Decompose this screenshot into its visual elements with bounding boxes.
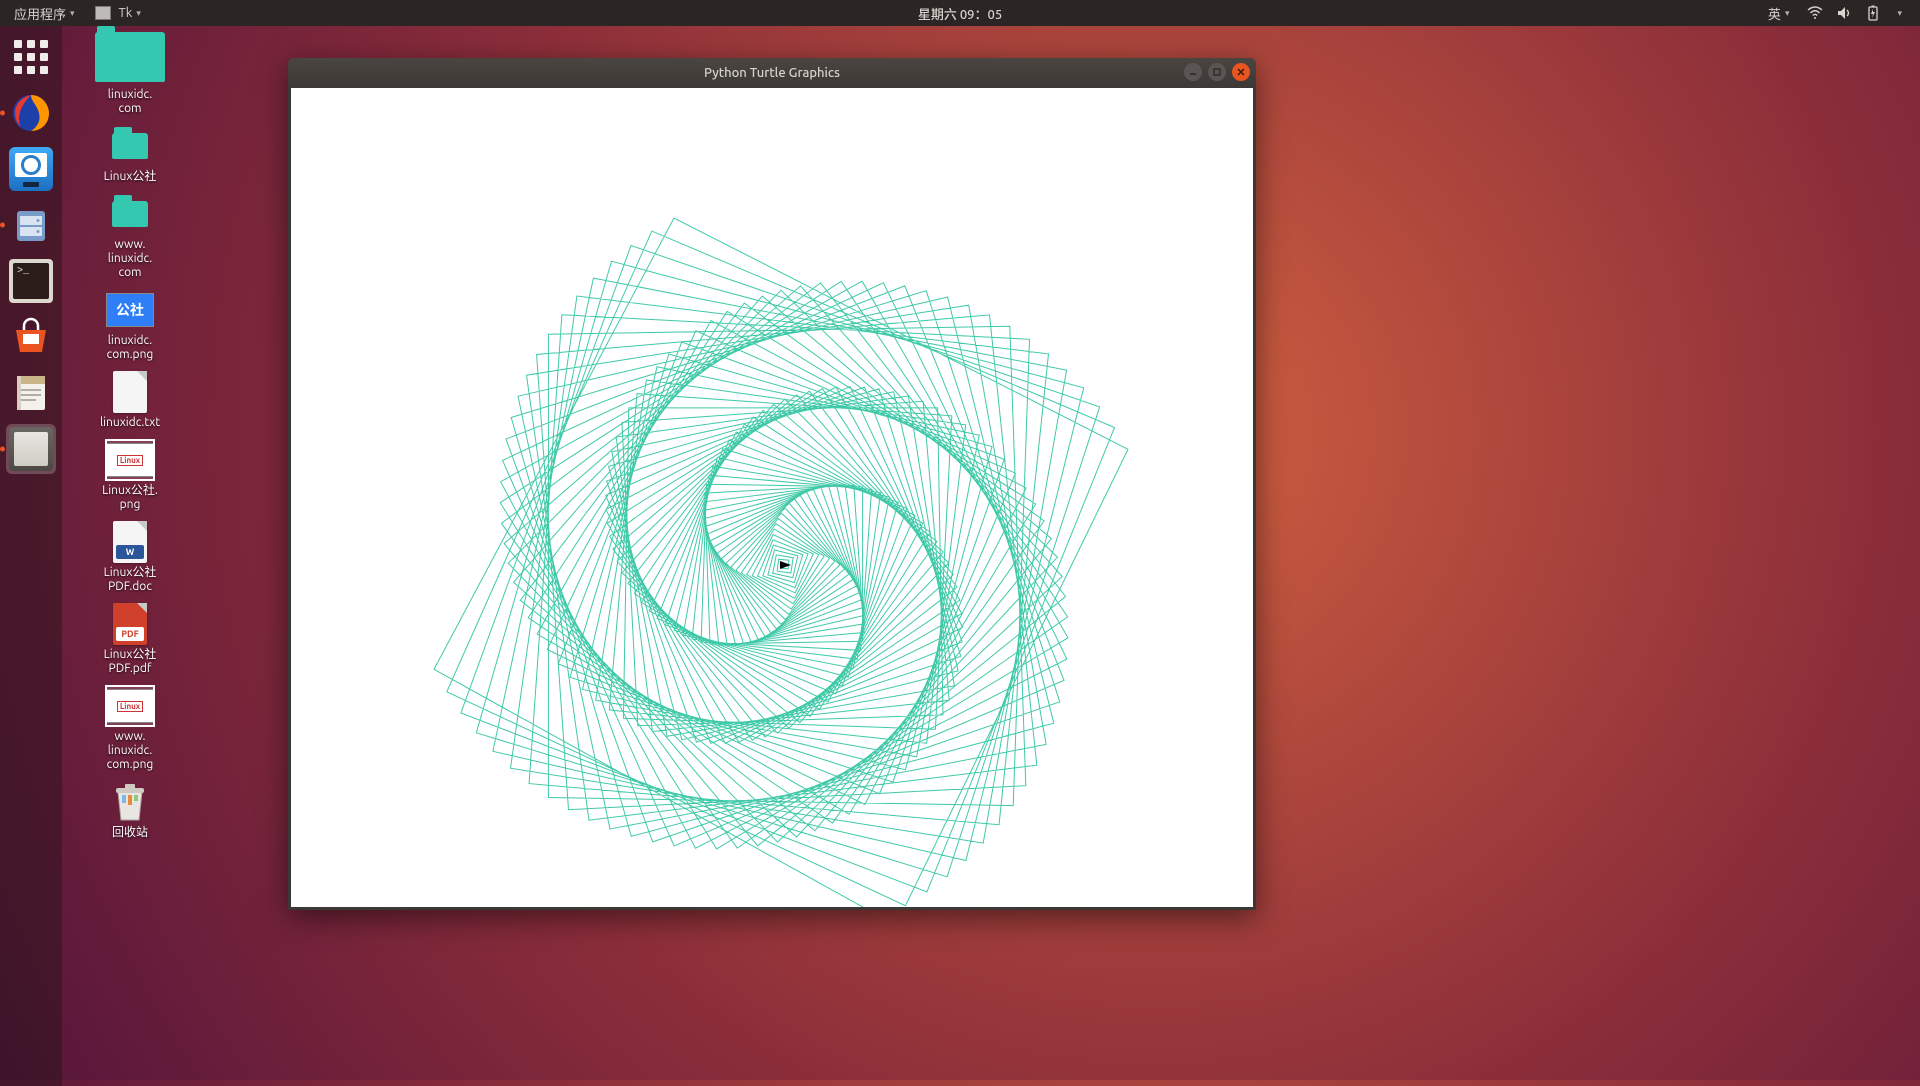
- taskbar-app-label: Tk: [119, 6, 133, 20]
- desktop-image-file[interactable]: Linux www.linuxidc.com.png: [80, 686, 180, 772]
- turtle-drawing: [291, 88, 1253, 907]
- desktop-icon-label: www.linuxidc.com: [80, 238, 180, 280]
- dock-item-screenshot[interactable]: [6, 144, 56, 194]
- maximize-button[interactable]: [1208, 63, 1226, 81]
- dock-item-software[interactable]: [6, 312, 56, 362]
- volume-icon[interactable]: [1837, 6, 1853, 20]
- wifi-icon[interactable]: [1807, 6, 1823, 20]
- system-menu[interactable]: ▾: [1893, 8, 1906, 19]
- chevron-down-icon: ▾: [70, 8, 75, 19]
- trash-icon: [113, 782, 147, 822]
- window-titlebar[interactable]: Python Turtle Graphics: [288, 58, 1256, 88]
- minimize-button[interactable]: [1184, 63, 1202, 81]
- desktop-icon-label: 回收站: [80, 826, 180, 840]
- desktop-icon-label: Linux公社.png: [80, 484, 180, 512]
- launcher-dock: >_: [0, 26, 62, 1086]
- desktop-folder[interactable]: www.linuxidc.com: [80, 194, 180, 280]
- dock-item-files[interactable]: [6, 200, 56, 250]
- desktop-image-file[interactable]: Linux Linux公社.png: [80, 440, 180, 512]
- top-panel: 应用程序 ▾ Tk ▾ 星期六 09：05 英 ▾ ▾: [0, 0, 1920, 26]
- dock-item-tk-window[interactable]: [6, 424, 56, 474]
- desktop-icon-label: Linux公社PDF.doc: [80, 566, 180, 594]
- desktop-trash[interactable]: 回收站: [80, 782, 180, 840]
- close-button[interactable]: [1232, 63, 1250, 81]
- desktop-icon-label: www.linuxidc.com.png: [80, 730, 180, 772]
- desktop-folder[interactable]: Linux公社: [80, 126, 180, 184]
- desktop-icon-label: linuxidc.com: [80, 88, 180, 116]
- window-title: Python Turtle Graphics: [704, 66, 840, 80]
- desktop-folder[interactable]: linuxidc.com: [80, 30, 180, 116]
- battery-icon[interactable]: [1867, 5, 1879, 21]
- applications-menu[interactable]: 应用程序 ▾: [10, 4, 79, 23]
- clock[interactable]: 星期六 09：05: [918, 4, 1002, 23]
- desktop-pdf-file[interactable]: PDF Linux公社PDF.pdf: [80, 604, 180, 676]
- turtle-window[interactable]: Python Turtle Graphics: [288, 58, 1256, 910]
- dock-item-terminal[interactable]: >_: [6, 256, 56, 306]
- firefox-icon: [9, 91, 53, 135]
- applications-label: 应用程序: [14, 4, 66, 23]
- desktop-doc-file[interactable]: W Linux公社PDF.doc: [80, 522, 180, 594]
- screenshot-icon: [9, 147, 53, 191]
- input-method-indicator[interactable]: 英 ▾: [1764, 4, 1794, 23]
- chevron-down-icon: ▾: [1785, 8, 1790, 19]
- desktop: linuxidc.com Linux公社 www.linuxidc.com 公社…: [70, 30, 190, 850]
- clock-text: 星期六 09：05: [918, 8, 1002, 22]
- apps-grid-icon: [14, 40, 48, 74]
- window-icon: [9, 427, 53, 471]
- chevron-down-icon: ▾: [1897, 8, 1902, 19]
- text-editor-icon: [9, 371, 53, 415]
- input-method-label: 英: [1768, 4, 1781, 23]
- files-icon: [9, 203, 53, 247]
- taskbar-app-tk[interactable]: Tk ▾: [91, 6, 145, 20]
- turtle-canvas: [291, 88, 1253, 907]
- desktop-icon-label: Linux公社PDF.pdf: [80, 648, 180, 676]
- desktop-icon-label: linuxidc.com.png: [80, 334, 180, 362]
- desktop-icon-label: linuxidc.txt: [80, 416, 180, 430]
- dock-item-text-editor[interactable]: [6, 368, 56, 418]
- software-center-icon: [9, 315, 53, 359]
- show-applications-button[interactable]: [6, 32, 56, 82]
- desktop-image-file[interactable]: 公社 linuxidc.com.png: [80, 290, 180, 362]
- terminal-icon: >_: [9, 259, 53, 303]
- desktop-icon-label: Linux公社: [80, 170, 180, 184]
- dock-item-firefox[interactable]: [6, 88, 56, 138]
- window-icon: [95, 6, 111, 20]
- desktop-text-file[interactable]: linuxidc.txt: [80, 372, 180, 430]
- chevron-down-icon: ▾: [136, 8, 141, 19]
